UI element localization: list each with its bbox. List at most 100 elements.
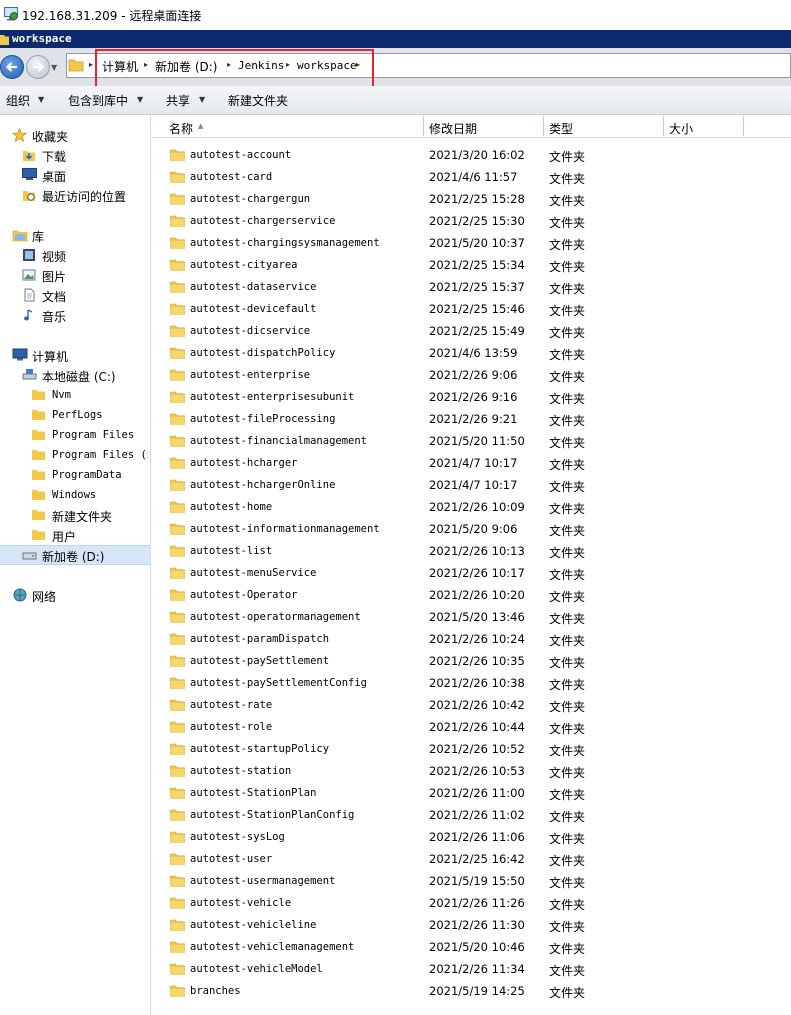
nav-local-disk-c[interactable]: 本地磁盘 (C:) <box>42 368 116 385</box>
folder-icon <box>170 765 185 777</box>
back-button[interactable] <box>0 55 24 79</box>
folder-icon <box>32 450 45 460</box>
file-row[interactable]: autotest-chargergun 2021/2/25 15:28 文件夹 <box>152 188 791 210</box>
column-divider[interactable] <box>543 116 544 136</box>
file-row[interactable]: autotest-station 2021/2/26 10:53 文件夹 <box>152 760 791 782</box>
nav-recent-places[interactable]: 最近访问的位置 <box>42 188 126 205</box>
chevron-down-icon[interactable]: ▼ <box>137 95 143 104</box>
organize-button[interactable]: 组织 <box>6 92 30 109</box>
file-row[interactable]: autotest-paramDispatch 2021/2/26 10:24 文件夹 <box>152 628 791 650</box>
nav-pictures[interactable]: 图片 <box>42 268 66 285</box>
file-modified-date: 2021/4/7 10:17 <box>429 456 518 470</box>
music-icon <box>24 309 33 321</box>
file-row[interactable]: autotest-fileProcessing 2021/2/26 9:21 文件夹 <box>152 408 791 430</box>
file-row[interactable]: autotest-paySettlementConfig 2021/2/26 10… <box>152 672 791 694</box>
folder-icon <box>170 567 185 579</box>
file-row[interactable]: autotest-vehiclemanagement 2021/5/20 10:4… <box>152 936 791 958</box>
nav-downloads[interactable]: 下载 <box>42 148 66 165</box>
file-row[interactable]: autotest-rate 2021/2/26 10:42 文件夹 <box>152 694 791 716</box>
file-row[interactable]: autotest-dicservice 2021/2/25 15:49 文件夹 <box>152 320 791 342</box>
nav-desktop[interactable]: 桌面 <box>42 168 66 185</box>
file-row[interactable]: autotest-usermanagement 2021/5/19 15:50 文件… <box>152 870 791 892</box>
file-name: autotest-account <box>190 149 292 161</box>
nav-libraries[interactable]: 库 <box>32 228 44 245</box>
file-row[interactable]: autotest-informationmanagement 2021/5/20 … <box>152 518 791 540</box>
share-button[interactable]: 共享 <box>166 92 190 109</box>
column-divider[interactable] <box>663 116 664 136</box>
file-row[interactable]: autotest-hcharger 2021/4/7 10:17 文件夹 <box>152 452 791 474</box>
column-name[interactable]: 名称 <box>169 120 193 137</box>
video-icon <box>23 249 35 261</box>
file-row[interactable]: autotest-dispatchPolicy 2021/4/6 13:59 文件夹 <box>152 342 791 364</box>
nav-folder-nvm[interactable]: Nvm <box>52 389 71 401</box>
file-row[interactable]: autotest-StationPlan 2021/2/26 11:00 文件夹 <box>152 782 791 804</box>
file-modified-date: 2021/2/25 15:46 <box>429 302 525 316</box>
file-type: 文件夹 <box>549 524 586 538</box>
file-row[interactable]: autotest-dataservice 2021/2/25 15:37 文件夹 <box>152 276 791 298</box>
nav-folder-new-folder[interactable]: 新建文件夹 <box>52 508 112 525</box>
column-divider[interactable] <box>743 116 744 136</box>
file-row[interactable]: autotest-role 2021/2/26 10:44 文件夹 <box>152 716 791 738</box>
nav-network[interactable]: 网络 <box>32 588 56 605</box>
nav-folder-windows[interactable]: Windows <box>52 489 96 501</box>
file-row[interactable]: autotest-paySettlement 2021/2/26 10:35 文件夹 <box>152 650 791 672</box>
nav-computer[interactable]: 计算机 <box>32 348 68 365</box>
chevron-down-icon[interactable]: ▼ <box>38 95 44 104</box>
file-row[interactable]: autotest-StationPlanConfig 2021/2/26 11:0… <box>152 804 791 826</box>
nav-folder-perflogs[interactable]: PerfLogs <box>52 409 103 421</box>
file-modified-date: 2021/2/26 10:13 <box>429 544 525 558</box>
nav-folder-users[interactable]: 用户 <box>52 528 76 545</box>
file-row[interactable]: autotest-vehicleModel 2021/2/26 11:34 文件夹 <box>152 958 791 980</box>
file-type: 文件夹 <box>549 480 586 494</box>
file-modified-date: 2021/2/26 11:06 <box>429 830 525 844</box>
file-row[interactable]: autotest-financialmanagement 2021/5/20 11… <box>152 430 791 452</box>
recent-pages-dropdown[interactable]: ▼ <box>51 63 57 72</box>
file-row[interactable]: autotest-sysLog 2021/2/26 11:06 文件夹 <box>152 826 791 848</box>
file-name: autotest-dicservice <box>190 325 311 337</box>
nav-folder-program-files-x86[interactable]: Program Files (x <box>52 449 148 461</box>
chevron-down-icon[interactable]: ▼ <box>199 95 205 104</box>
file-name: autotest-operatormanagement <box>190 611 361 623</box>
file-row[interactable]: autotest-enterprisesubunit 2021/2/26 9:16… <box>152 386 791 408</box>
folder-icon <box>170 413 185 425</box>
file-row[interactable]: autotest-startupPolicy 2021/2/26 10:52 文件夹 <box>152 738 791 760</box>
file-row[interactable]: branches 2021/5/19 14:25 文件夹 <box>152 980 791 1002</box>
column-type[interactable]: 类型 <box>549 120 573 137</box>
file-name: autotest-sysLog <box>190 831 285 843</box>
folder-icon <box>170 655 185 667</box>
file-row[interactable]: autotest-Operator 2021/2/26 10:20 文件夹 <box>152 584 791 606</box>
file-row[interactable]: autotest-enterprise 2021/2/26 9:06 文件夹 <box>152 364 791 386</box>
nav-favorites[interactable]: 收藏夹 <box>32 128 68 145</box>
column-size[interactable]: 大小 <box>669 120 693 137</box>
nav-music[interactable]: 音乐 <box>42 308 66 325</box>
nav-videos[interactable]: 视频 <box>42 248 66 265</box>
include-in-library-button[interactable]: 包含到库中 <box>68 92 128 109</box>
file-type: 文件夹 <box>549 370 586 384</box>
file-modified-date: 2021/4/6 13:59 <box>429 346 518 360</box>
file-row[interactable]: autotest-chargingsysmanagement 2021/5/20 … <box>152 232 791 254</box>
column-modified[interactable]: 修改日期 <box>429 120 477 137</box>
file-row[interactable]: autotest-menuService 2021/2/26 10:17 文件夹 <box>152 562 791 584</box>
nav-folder-programdata[interactable]: ProgramData <box>52 469 122 481</box>
file-row[interactable]: autotest-home 2021/2/26 10:09 文件夹 <box>152 496 791 518</box>
nav-new-volume-d[interactable]: 新加卷 (D:) <box>42 548 104 565</box>
file-row[interactable]: autotest-card 2021/4/6 11:57 文件夹 <box>152 166 791 188</box>
file-row[interactable]: autotest-user 2021/2/25 16:42 文件夹 <box>152 848 791 870</box>
file-row[interactable]: autotest-account 2021/3/20 16:02 文件夹 <box>152 144 791 166</box>
column-divider[interactable] <box>423 116 424 136</box>
new-folder-button[interactable]: 新建文件夹 <box>228 92 288 109</box>
forward-button[interactable] <box>26 55 50 79</box>
file-modified-date: 2021/2/25 15:49 <box>429 324 525 338</box>
file-row[interactable]: autotest-devicefault 2021/2/25 15:46 文件夹 <box>152 298 791 320</box>
chevron-right-icon[interactable]: ▸ <box>89 60 93 69</box>
file-row[interactable]: autotest-hchargerOnline 2021/4/7 10:17 文件夹 <box>152 474 791 496</box>
file-row[interactable]: autotest-list 2021/2/26 10:13 文件夹 <box>152 540 791 562</box>
file-row[interactable]: autotest-vehicleline 2021/2/26 11:30 文件夹 <box>152 914 791 936</box>
nav-documents[interactable]: 文档 <box>42 288 66 305</box>
file-row[interactable]: autotest-operatormanagement 2021/5/20 13:… <box>152 606 791 628</box>
file-row[interactable]: autotest-vehicle 2021/2/26 11:26 文件夹 <box>152 892 791 914</box>
file-row[interactable]: autotest-cityarea 2021/2/25 15:34 文件夹 <box>152 254 791 276</box>
folder-icon <box>170 325 185 337</box>
file-row[interactable]: autotest-chargerservice 2021/2/25 15:30 文件… <box>152 210 791 232</box>
nav-folder-program-files[interactable]: Program Files <box>52 429 134 441</box>
